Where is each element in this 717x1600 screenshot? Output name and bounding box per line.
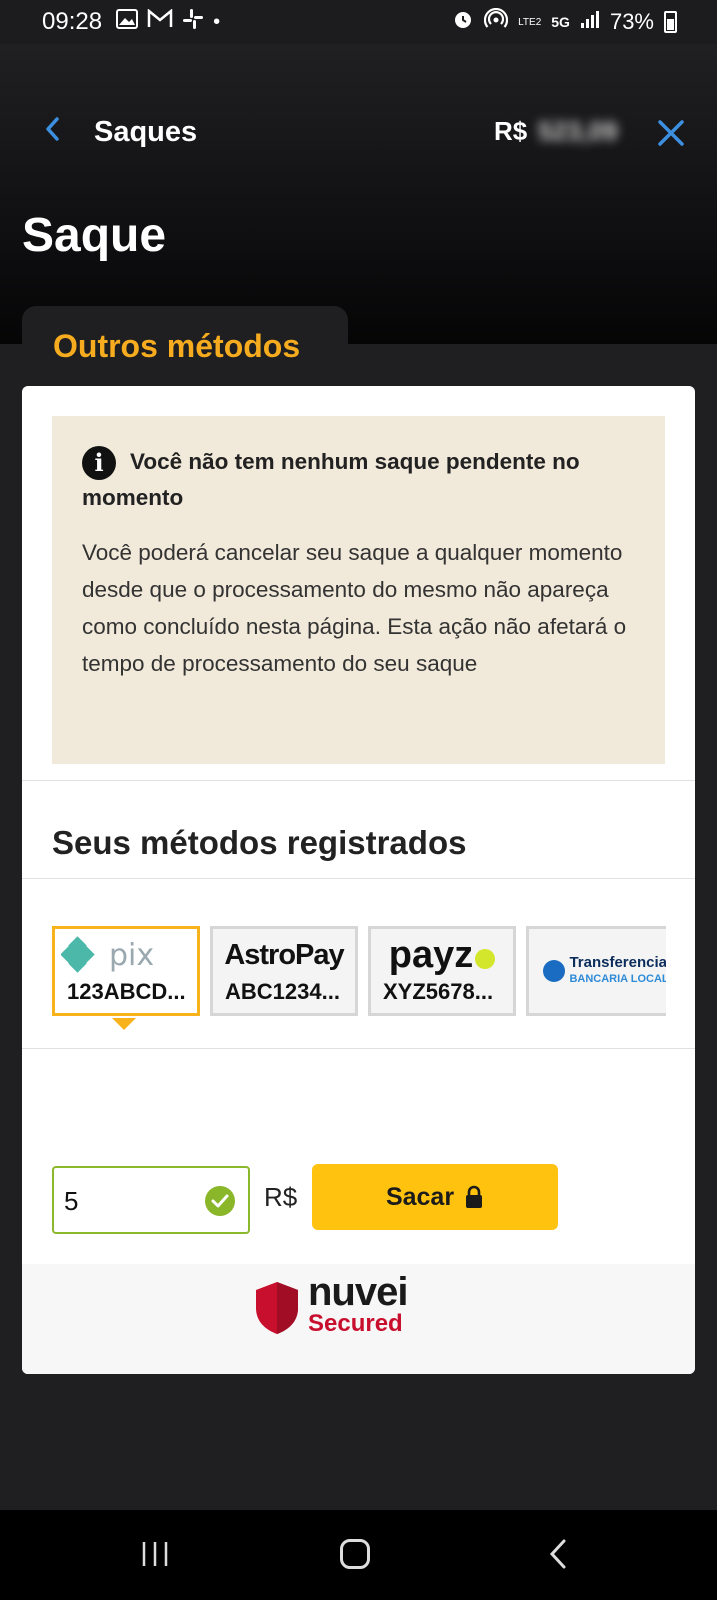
- balance-value: 523,09: [538, 116, 618, 146]
- volte-label: LTE2: [518, 16, 542, 28]
- nuvei-logo: nuvei: [308, 1270, 408, 1314]
- secured-label: Secured: [308, 1310, 403, 1337]
- balance-currency: R$: [494, 116, 528, 146]
- tab-label: Outros métodos: [53, 328, 301, 364]
- info-icon: i: [82, 446, 116, 480]
- method-id: 123ABCD...: [67, 979, 186, 1004]
- selected-indicator: [112, 1018, 136, 1030]
- pending-notice: i Você não tem nenhum saque pendente no …: [52, 416, 665, 764]
- status-bar: 09:28 • LTE2 5G 73%: [0, 0, 717, 44]
- notice-body: Você poderá cancelar seu saque a qualque…: [82, 540, 627, 676]
- method-id: ABC1234...: [225, 979, 340, 1004]
- methods-carousel[interactable]: pix 123ABCD... AstroPay ABC1234... payz …: [52, 926, 666, 1026]
- signal-icon: [580, 9, 600, 35]
- divider: [22, 878, 695, 879]
- notification-dot-icon: •: [213, 10, 221, 33]
- lock-icon: [466, 1185, 483, 1208]
- method-id: XYZ5678...: [383, 979, 494, 1004]
- method-pix[interactable]: pix 123ABCD...: [52, 926, 200, 1016]
- method-payz[interactable]: payz XYZ5678...: [368, 926, 516, 1016]
- notice-title: Você não tem nenhum saque pendente no mo…: [82, 449, 580, 510]
- secured-footer: nuvei Secured: [22, 1264, 695, 1374]
- currency-label: R$: [264, 1182, 298, 1212]
- withdraw-button-label: Sacar: [385, 1182, 455, 1211]
- home-icon[interactable]: [340, 1539, 370, 1569]
- method-astropay[interactable]: AstroPay ABC1234...: [210, 926, 358, 1016]
- gallery-icon: [116, 9, 139, 35]
- page-title: Saque: [22, 209, 167, 262]
- astropay-logo: AstroPay: [224, 939, 344, 971]
- nav-back-icon[interactable]: [548, 1538, 568, 1570]
- battery-icon: [664, 11, 677, 33]
- system-nav-bar: [0, 1510, 717, 1600]
- bank-transfer-logo: Transferencia BANCARIA LOCAL: [543, 955, 666, 995]
- pix-logo: pix: [55, 935, 197, 975]
- slack-icon: [182, 8, 204, 36]
- withdraw-card: i Você não tem nenhum saque pendente no …: [22, 386, 695, 1374]
- tab-other-methods[interactable]: Outros métodos: [22, 306, 348, 388]
- amount-value: 5: [64, 1186, 79, 1216]
- battery-percent: 73%: [609, 9, 654, 34]
- svg-text:pix: pix: [109, 938, 154, 973]
- amount-input[interactable]: 5: [52, 1166, 250, 1234]
- network-label: 5G: [551, 14, 570, 30]
- alarm-icon: [452, 8, 474, 36]
- nav-title: Saques: [94, 116, 198, 148]
- check-icon: [205, 1186, 235, 1216]
- status-time: 09:28: [42, 8, 103, 35]
- divider: [22, 780, 695, 781]
- payz-logo: payz: [371, 935, 513, 975]
- shield-icon: [256, 1282, 298, 1334]
- header: Saques R$ 523,09 Saque Outros métodos: [0, 44, 717, 388]
- hotspot-icon: [484, 7, 509, 36]
- back-chevron-icon[interactable]: [40, 114, 64, 144]
- section-title: Seus métodos registrados: [52, 824, 467, 861]
- mail-icon: [147, 8, 173, 35]
- recents-icon[interactable]: [140, 1540, 170, 1568]
- close-icon[interactable]: [656, 118, 686, 148]
- withdraw-button[interactable]: Sacar: [312, 1164, 558, 1230]
- method-bank-transfer[interactable]: Transferencia BANCARIA LOCAL: [526, 926, 666, 1016]
- divider: [22, 1048, 695, 1049]
